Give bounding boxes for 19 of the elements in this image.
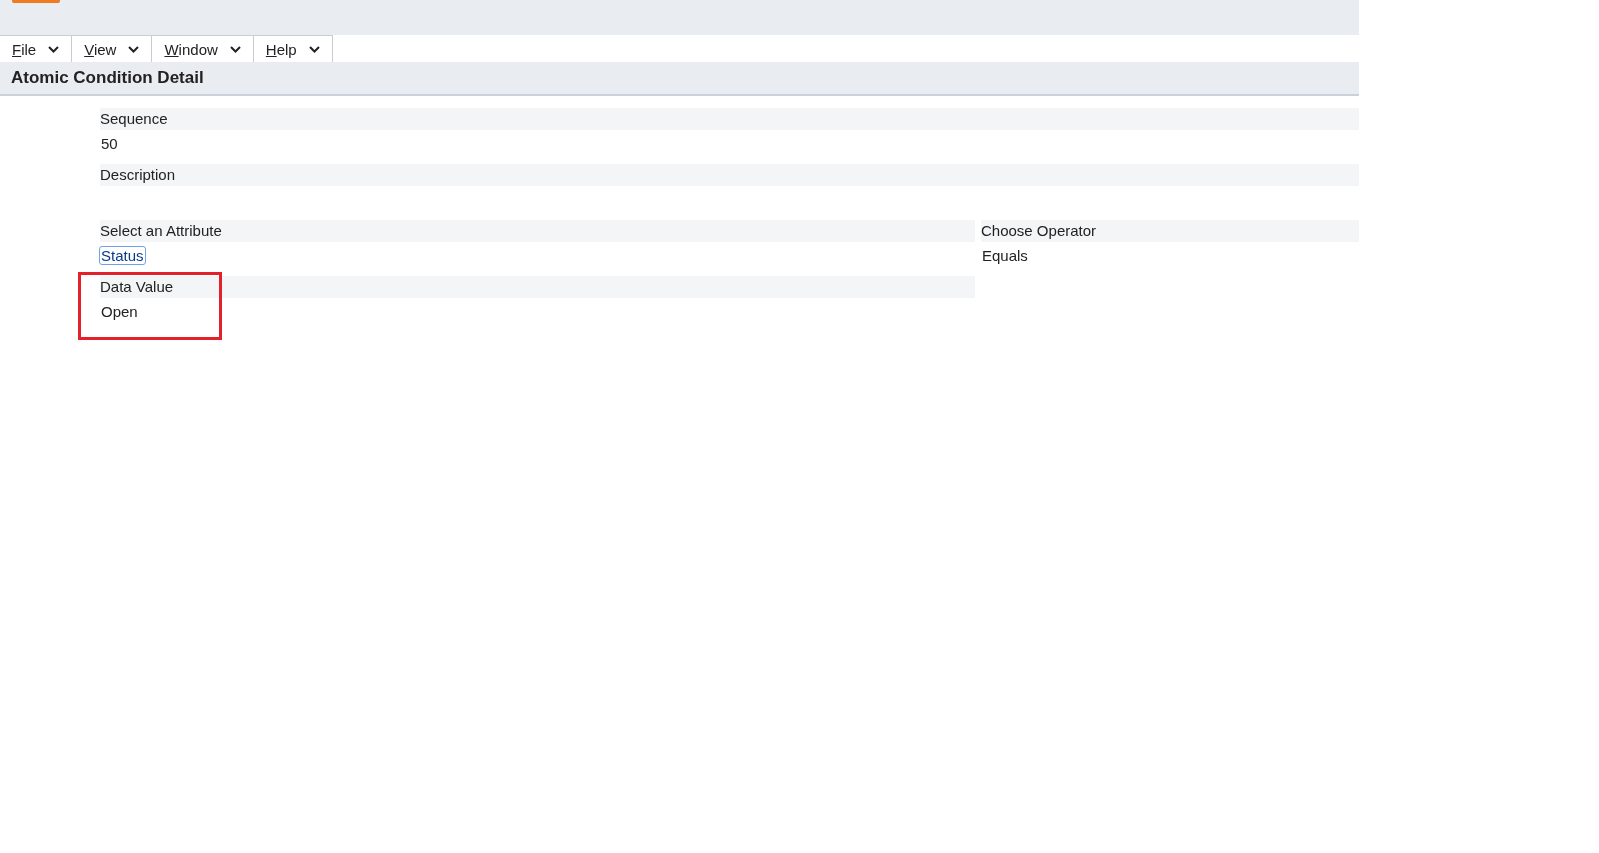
- field-label: Description: [100, 164, 1359, 186]
- field-label: Data Value: [100, 276, 975, 298]
- menu-button[interactable]: View: [72, 35, 153, 62]
- field-value: Open: [100, 303, 139, 320]
- menu-button[interactable]: Window: [152, 35, 254, 62]
- chevron-down-icon: [48, 45, 60, 53]
- field-value: Equals: [981, 247, 1029, 264]
- field-label: Choose Operator: [981, 220, 1359, 242]
- field-value: 50: [100, 135, 119, 152]
- chevron-down-icon: [229, 45, 241, 53]
- field-label: Sequence: [100, 108, 1359, 130]
- menu-button[interactable]: Help: [253, 35, 333, 62]
- field-label: Select an Attribute: [100, 220, 975, 242]
- panel-title: Atomic Condition Detail: [0, 62, 1359, 96]
- field-value[interactable]: Status: [100, 247, 145, 264]
- chevron-down-icon: [308, 45, 320, 53]
- chevron-down-icon: [128, 45, 140, 53]
- logo-icon: [12, 0, 60, 3]
- menu-button[interactable]: File: [0, 35, 73, 62]
